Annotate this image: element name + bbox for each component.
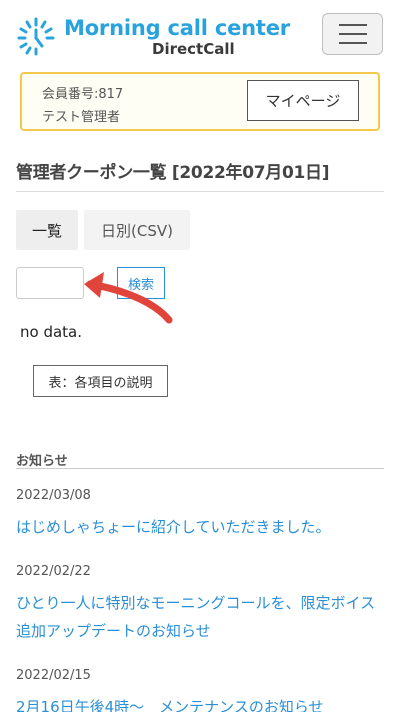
hamburger-menu-button[interactable] — [322, 13, 383, 55]
annotation-arrow-icon — [84, 272, 173, 324]
news-link[interactable]: 2月16日午後4時〜 メンテナンスのお知らせ — [16, 693, 384, 712]
page-title: 管理者クーポン一覧 [2022年07月01日] — [16, 163, 330, 183]
member-info-panel: 会員番号:817 テスト管理者 マイページ — [20, 72, 380, 131]
column-legend-button[interactable]: 表：各項目の説明 — [33, 365, 168, 397]
news-date: 2022/02/15 — [16, 668, 91, 683]
news-date: 2022/03/08 — [16, 488, 91, 503]
logo[interactable]: Morning call center DirectCall — [16, 14, 290, 58]
news-item: 2022/02/15 2月16日午後4時〜 メンテナンスのお知らせ — [16, 668, 384, 712]
news-heading: お知らせ — [16, 454, 68, 469]
menu-icon-bar — [338, 42, 367, 44]
sunrise-logo-icon — [17, 17, 55, 56]
member-name: テスト管理者 — [42, 110, 121, 125]
tab-daily-csv[interactable]: 日別(CSV) — [84, 210, 190, 250]
menu-icon-bar — [338, 33, 367, 35]
news-date: 2022/02/22 — [16, 564, 91, 579]
news-link[interactable]: ひとり一人に特別なモーニングコールを、限定ボイス追加アップデートのお知らせ — [16, 589, 384, 645]
empty-state-text: no data. — [20, 323, 83, 341]
divider — [16, 191, 384, 192]
member-number: 会員番号:817 — [42, 87, 124, 102]
news-link[interactable]: はじめしゃちょーに紹介していただきました。 — [16, 513, 384, 541]
news-item: 2022/03/08 はじめしゃちょーに紹介していただきました。 — [16, 488, 384, 541]
tab-list[interactable]: 一覧 — [16, 210, 78, 250]
divider — [16, 468, 384, 469]
app-header: Morning call center DirectCall — [0, 0, 400, 70]
news-item: 2022/02/22 ひとり一人に特別なモーニングコールを、限定ボイス追加アップ… — [16, 564, 384, 645]
mypage-button[interactable]: マイページ — [247, 80, 359, 121]
logo-title: Morning call center — [64, 16, 290, 40]
logo-subtitle: DirectCall — [152, 40, 235, 58]
menu-icon — [338, 24, 367, 26]
